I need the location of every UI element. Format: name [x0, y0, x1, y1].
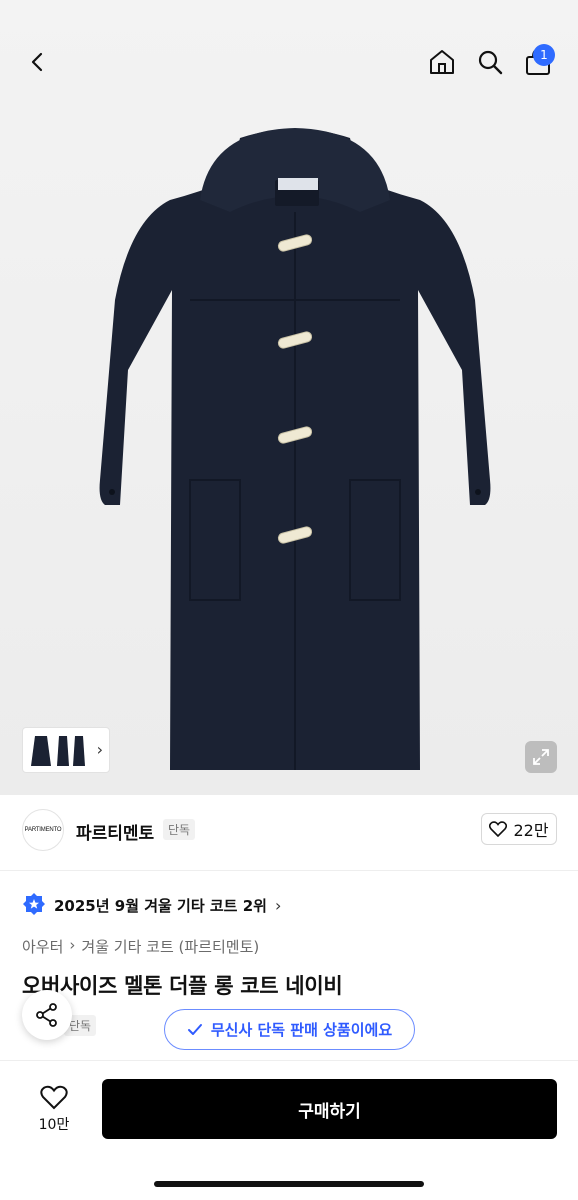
brand-like-button[interactable]: 22만 — [481, 813, 557, 845]
brand-logo[interactable]: PARTIMENTO — [22, 809, 64, 851]
home-icon — [430, 50, 454, 74]
check-icon — [187, 1023, 202, 1035]
ranking-badge-icon — [23, 893, 45, 915]
breadcrumb: 아우터 › 겨울 기타 코트 (파르티멘토) — [22, 936, 259, 957]
search-button[interactable] — [468, 40, 512, 84]
expand-icon — [533, 749, 549, 765]
brand-like-count: 22만 — [513, 821, 549, 840]
heart-outline-icon — [489, 821, 508, 837]
product-image-duffle-coat — [99, 128, 491, 770]
exclusive-sale-text: 무신사 단독 판매 상품이에요 — [210, 1021, 393, 1039]
breadcrumb-item-category[interactable]: 겨울 기타 코트 (파르티멘토) — [81, 936, 259, 957]
thumbnail-coat-images — [31, 736, 85, 766]
share-icon — [36, 1003, 57, 1027]
share-button[interactable] — [22, 990, 72, 1040]
home-indicator — [154, 1181, 424, 1187]
brand-exclusive-tag: 단독 — [163, 819, 196, 840]
brand-row: PARTIMENTO 파르티멘토 단독 22만 — [0, 795, 578, 871]
buy-button[interactable]: 구매하기 — [102, 1079, 557, 1139]
ranking-text: 2025년 9월 겨울 기타 코트 2위 — [54, 896, 267, 915]
wishlist-count: 10만 — [38, 1116, 70, 1133]
chevron-right-icon: › — [274, 895, 282, 915]
image-thumbnail-strip[interactable]: › — [22, 727, 110, 773]
breadcrumb-separator-icon: › — [69, 936, 76, 954]
back-button[interactable] — [16, 40, 60, 84]
home-button[interactable] — [420, 40, 464, 84]
ranking-row[interactable]: 2025년 9월 겨울 기타 코트 2위 › — [22, 892, 281, 918]
bottom-action-bar: 10만 구매하기 — [0, 1060, 578, 1200]
heart-outline-icon — [40, 1085, 68, 1109]
brand-name[interactable]: 파르티멘토 — [76, 819, 154, 844]
product-image-area[interactable]: 1 › — [0, 0, 578, 795]
breadcrumb-item-outer[interactable]: 아우터 — [22, 936, 63, 957]
expand-image-button[interactable] — [525, 741, 557, 773]
chevron-left-icon — [31, 52, 43, 72]
chevron-right-icon: › — [96, 740, 103, 759]
brand-logo-text: PARTIMENTO — [24, 827, 62, 833]
product-title: 오버사이즈 멜톤 더플 롱 코트 네이비 — [22, 974, 343, 998]
search-icon — [478, 50, 503, 75]
exclusive-sale-toast: 무신사 단독 판매 상품이에요 — [164, 1009, 415, 1050]
top-navigation-bar — [0, 36, 578, 88]
cart-count-badge: 1 — [533, 44, 555, 66]
wishlist-button[interactable]: 10만 — [24, 1079, 84, 1139]
